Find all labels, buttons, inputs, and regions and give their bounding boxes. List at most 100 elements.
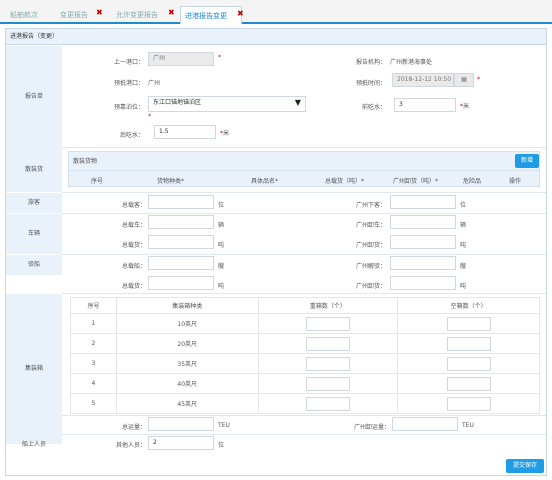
row-number: 3 (70, 353, 117, 374)
table-row: 3 35英尺 (70, 353, 540, 374)
close-icon[interactable]: ✖ (237, 5, 244, 23)
container-type: 35英尺 (115, 353, 259, 374)
unit: 艘 (218, 263, 225, 270)
full-count-input[interactable] (305, 376, 350, 391)
empty-count-cell (397, 393, 540, 414)
row-number: 2 (70, 333, 117, 354)
full-count-input[interactable] (305, 316, 350, 331)
full-count-cell (257, 333, 399, 354)
tab-change-report[interactable]: 变更报告 ✖ (60, 6, 103, 24)
full-count-cell (257, 313, 399, 334)
vehicle-cargo-input[interactable] (148, 235, 214, 249)
calendar-icon[interactable]: ▦ (454, 73, 474, 87)
unit: TEU (462, 422, 474, 429)
section-passengers: 旅客 (6, 193, 62, 213)
full-count-cell (257, 393, 399, 414)
full-count-input[interactable] (305, 336, 350, 351)
row-number: 1 (70, 313, 117, 334)
section-vehicles: 车辆 (6, 214, 62, 254)
dest-port-label: 预抵港口： (113, 80, 144, 87)
vehicle-local-cargo-input[interactable] (390, 235, 456, 249)
vehicle-local-cargo-label: 广州卸货： (355, 242, 386, 249)
empty-count-input[interactable] (446, 376, 491, 391)
section-crew: 船上人员 (21, 441, 46, 448)
total-teu-input[interactable] (148, 417, 214, 431)
unit: 位 (218, 202, 225, 209)
unit: 辆 (218, 222, 225, 229)
required-mark: * (477, 76, 480, 83)
unit: 吨 (460, 283, 467, 290)
container-table: 序号 集装箱种类 重箱数（个） 空箱数（个） 1 10英尺 2 20英尺 3 35英尺 4 4… (70, 297, 540, 414)
required-mark: * (218, 54, 221, 61)
empty-count-cell (397, 373, 540, 394)
unit: 吨 (460, 242, 467, 249)
add-cargo-button[interactable]: 新增 (515, 154, 539, 168)
barge-local-cargo-input[interactable] (390, 276, 456, 290)
full-count-cell (257, 373, 399, 394)
divider (62, 147, 546, 148)
empty-count-input[interactable] (446, 396, 491, 411)
total-cars-label: 总载车： (121, 222, 146, 229)
tab-vessel-voyage[interactable]: 船舶航次 (10, 6, 38, 24)
unit: 吨 (218, 242, 225, 249)
tab-arrival-report-change[interactable]: 进港报告变更 ✖ (180, 5, 244, 24)
row-number: 4 (70, 373, 117, 394)
unit: 辆 (460, 222, 467, 229)
total-passengers-label: 总载客： (121, 202, 146, 209)
col-header: 序号 (91, 178, 104, 185)
barge-cargo-input[interactable] (148, 276, 214, 290)
close-icon[interactable]: ✖ (96, 4, 103, 22)
other-persons-input[interactable]: 2 (148, 436, 214, 450)
local-cars-input[interactable] (390, 215, 456, 229)
local-teu-input[interactable] (392, 417, 458, 431)
container-type: 20英尺 (115, 333, 259, 354)
local-cars-label: 广州卸车： (355, 222, 386, 229)
local-passengers-input[interactable] (390, 195, 456, 209)
fore-draft-input[interactable]: 3 (394, 98, 456, 112)
eta-input[interactable]: 2018-12-12 10:50 (392, 73, 454, 87)
empty-count-input[interactable] (446, 316, 491, 331)
total-barges-input[interactable] (148, 256, 214, 270)
table-row: 2 20英尺 (70, 333, 540, 354)
section-bulk-cargo: 散装货 (6, 148, 62, 192)
tab-allow-change-report[interactable]: 允许变更报告 ✖ (116, 6, 175, 24)
full-count-cell (257, 353, 399, 374)
unit: 位 (218, 442, 225, 449)
full-count-input[interactable] (305, 396, 350, 411)
col-header: 操作 (509, 178, 522, 185)
unit: 艘 (460, 263, 467, 270)
empty-count-input[interactable] (446, 336, 491, 351)
berth-select[interactable]: 东江口锚地锚泊区 ▼ (148, 96, 306, 112)
empty-count-cell (397, 333, 540, 354)
aft-draft-input[interactable]: 1.5 (154, 125, 216, 139)
row-number: 5 (70, 393, 117, 414)
local-teu-label: 广州卸运量： (353, 424, 390, 431)
total-passengers-input[interactable] (148, 195, 214, 209)
divider (62, 213, 546, 214)
total-cars-input[interactable] (148, 215, 214, 229)
fore-draft-unit: *米 (460, 103, 470, 110)
barge-local-cargo-label: 广州卸货： (355, 283, 386, 290)
section-container: 集装箱 (6, 294, 62, 444)
local-barges-label: 广州解驳： (355, 263, 386, 270)
empty-count-input[interactable] (446, 356, 491, 371)
local-barges-input[interactable] (390, 256, 456, 270)
section-report: 报告单 (6, 46, 62, 148)
required-mark: * (148, 113, 151, 120)
col-header: 集装箱种类 (115, 297, 259, 314)
prev-port-input[interactable]: 广州 (148, 52, 214, 66)
prev-port-label: 上一港口： (113, 59, 144, 66)
submit-save-button[interactable]: 提交保存 (506, 459, 544, 473)
agency-value: 广州新港海事处 (390, 59, 433, 66)
agency-label: 报告机构： (355, 59, 386, 66)
col-header: 危险品 (463, 178, 482, 185)
bulk-cargo-title: 散装货物 (73, 158, 98, 165)
barge-cargo-label: 总载货： (121, 283, 146, 290)
vehicle-cargo-label: 总载货： (121, 242, 146, 249)
full-count-input[interactable] (305, 356, 350, 371)
total-teu-label: 总运量： (121, 424, 146, 431)
close-icon[interactable]: ✖ (168, 4, 175, 22)
col-header: 广州卸货（吨）* (393, 178, 439, 185)
empty-count-cell (397, 353, 540, 374)
bulk-cargo-box: 散装货物 新增 序号 货物种类* 具体品名* 总载货（吨）* 广州卸货（吨）* … (68, 151, 540, 187)
